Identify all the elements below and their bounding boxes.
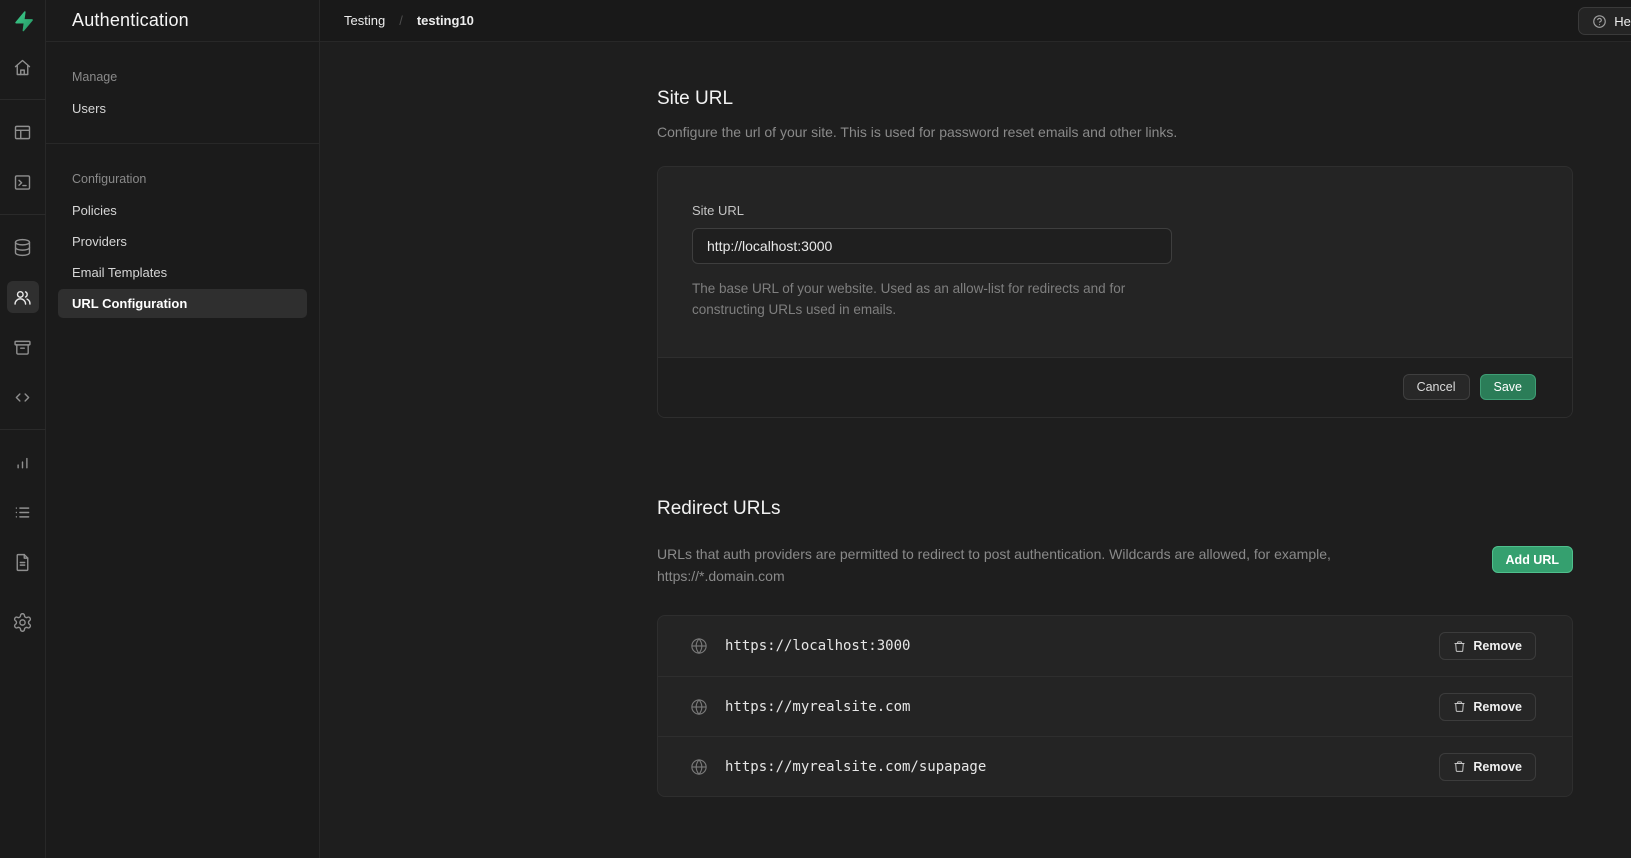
trash-icon bbox=[1453, 700, 1466, 713]
reports-icon[interactable] bbox=[7, 446, 39, 478]
sidebar-section-manage: Manage bbox=[46, 64, 319, 94]
docs-icon[interactable] bbox=[7, 546, 39, 578]
site-url-field-help: The base URL of your website. Used as an… bbox=[692, 278, 1182, 321]
redirect-url-row: https://localhost:3000 Remove bbox=[658, 616, 1572, 676]
edge-functions-icon[interactable] bbox=[7, 381, 39, 413]
settings-gear-icon[interactable] bbox=[7, 606, 39, 638]
sql-editor-icon[interactable] bbox=[7, 166, 39, 198]
sidebar-section-configuration: Configuration bbox=[46, 166, 319, 196]
sidebar-divider bbox=[46, 143, 319, 144]
site-url-card: Site URL The base URL of your website. U… bbox=[657, 166, 1573, 418]
redirect-url-row: https://myrealsite.com Remove bbox=[658, 676, 1572, 736]
save-button[interactable]: Save bbox=[1480, 374, 1537, 400]
rail-divider bbox=[0, 99, 46, 100]
breadcrumb-branch[interactable]: testing10 bbox=[417, 13, 474, 28]
breadcrumb: Testing / testing10 bbox=[344, 13, 474, 28]
remove-button-label: Remove bbox=[1473, 760, 1522, 774]
icon-rail bbox=[0, 0, 46, 858]
sidebar-item-users[interactable]: Users bbox=[46, 94, 319, 123]
home-icon[interactable] bbox=[7, 51, 39, 83]
help-button[interactable]: Help bbox=[1578, 7, 1631, 35]
logs-icon[interactable] bbox=[7, 496, 39, 528]
remove-button-label: Remove bbox=[1473, 700, 1522, 714]
rail-divider bbox=[0, 214, 46, 215]
remove-url-button[interactable]: Remove bbox=[1439, 632, 1536, 660]
sidebar-item-policies[interactable]: Policies bbox=[46, 196, 319, 225]
supabase-logo-icon[interactable] bbox=[0, 0, 46, 42]
app-window: Authentication Manage Users Configuratio… bbox=[0, 0, 1631, 858]
sidebar-item-url-configuration[interactable]: URL Configuration bbox=[58, 289, 307, 318]
redirect-urls-title: Redirect URLs bbox=[657, 498, 1573, 520]
cancel-button[interactable]: Cancel bbox=[1403, 374, 1470, 400]
add-url-button[interactable]: Add URL bbox=[1492, 546, 1573, 573]
remove-url-button[interactable]: Remove bbox=[1439, 693, 1536, 721]
page-title: Authentication bbox=[72, 10, 189, 31]
site-url-field-label: Site URL bbox=[692, 203, 1538, 218]
redirect-url-value: https://localhost:3000 bbox=[725, 638, 910, 654]
remove-button-label: Remove bbox=[1473, 639, 1522, 653]
storage-icon[interactable] bbox=[7, 331, 39, 363]
site-url-description: Configure the url of your site. This is … bbox=[657, 122, 1573, 144]
rail-divider bbox=[0, 429, 46, 430]
globe-icon bbox=[690, 758, 708, 776]
breadcrumb-project[interactable]: Testing bbox=[344, 13, 385, 28]
breadcrumb-separator: / bbox=[399, 13, 403, 28]
sidebar-header: Authentication bbox=[46, 0, 319, 42]
site-url-title: Site URL bbox=[657, 88, 1573, 110]
globe-icon bbox=[690, 698, 708, 716]
redirect-url-list: https://localhost:3000 Remove https://my… bbox=[657, 615, 1573, 797]
auth-sidebar: Authentication Manage Users Configuratio… bbox=[46, 0, 320, 858]
globe-icon bbox=[690, 637, 708, 655]
help-button-label: Help bbox=[1614, 14, 1631, 29]
sidebar-item-providers[interactable]: Providers bbox=[46, 227, 319, 256]
main-header: Testing / testing10 Help bbox=[320, 0, 1631, 42]
main-area: Testing / testing10 Help Site URL Config… bbox=[320, 0, 1631, 858]
redirect-url-value: https://myrealsite.com bbox=[725, 699, 910, 715]
help-circle-icon bbox=[1592, 14, 1607, 29]
site-url-input[interactable] bbox=[692, 228, 1172, 264]
table-editor-icon[interactable] bbox=[7, 116, 39, 148]
redirect-url-row: https://myrealsite.com/supapage Remove bbox=[658, 736, 1572, 796]
trash-icon bbox=[1453, 640, 1466, 653]
site-url-card-footer: Cancel Save bbox=[658, 357, 1572, 417]
remove-url-button[interactable]: Remove bbox=[1439, 753, 1536, 781]
sidebar-item-email-templates[interactable]: Email Templates bbox=[46, 258, 319, 287]
authentication-icon[interactable] bbox=[7, 281, 39, 313]
database-icon[interactable] bbox=[7, 231, 39, 263]
redirect-urls-description: URLs that auth providers are permitted t… bbox=[657, 544, 1417, 587]
main-content: Site URL Configure the url of your site.… bbox=[320, 42, 1631, 858]
trash-icon bbox=[1453, 760, 1466, 773]
redirect-url-value: https://myrealsite.com/supapage bbox=[725, 759, 986, 775]
